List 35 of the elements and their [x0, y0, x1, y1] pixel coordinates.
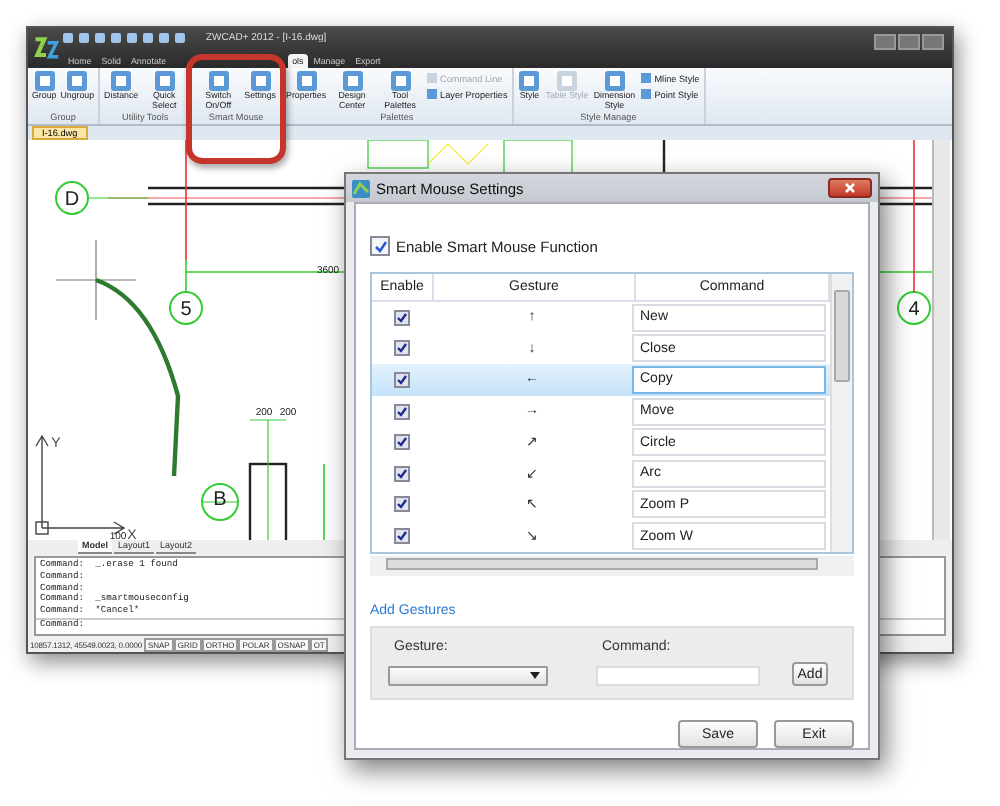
panel-icon	[341, 70, 364, 92]
app-icon	[352, 179, 370, 197]
panel-icon	[110, 70, 133, 92]
grid-label: 5	[180, 299, 192, 322]
checkbox[interactable]	[394, 465, 410, 482]
grid-label: D	[64, 189, 80, 212]
panel-icon	[603, 70, 626, 92]
panel-icon	[555, 70, 578, 92]
command-input[interactable]	[596, 666, 760, 686]
checkbox[interactable]	[394, 309, 410, 326]
grid-label: B	[213, 489, 227, 512]
scrollbar[interactable]	[830, 274, 852, 552]
checkbox[interactable]	[394, 371, 410, 388]
logo-icon	[32, 32, 60, 64]
scrollbar[interactable]	[370, 556, 854, 576]
panel-icon	[66, 70, 89, 92]
panel-icon	[207, 70, 230, 92]
checkbox[interactable]	[394, 403, 410, 420]
scrollbar[interactable]	[932, 140, 950, 541]
panel-icon	[518, 70, 541, 92]
panel-icon	[249, 70, 272, 92]
gesture-dropdown[interactable]	[388, 666, 548, 686]
checkbox[interactable]	[370, 236, 390, 256]
panel-icon	[153, 70, 176, 92]
panel-icon	[33, 70, 56, 92]
grid-label: 4	[908, 299, 920, 322]
checkbox[interactable]	[394, 434, 410, 451]
checkbox[interactable]	[394, 496, 410, 513]
checkbox[interactable]	[394, 340, 410, 357]
close-button[interactable]	[828, 178, 872, 198]
caret-icon	[530, 672, 540, 680]
panel-icon	[295, 70, 318, 92]
close-icon	[844, 182, 856, 194]
checkbox[interactable]	[394, 528, 410, 545]
panel-icon	[389, 70, 412, 92]
